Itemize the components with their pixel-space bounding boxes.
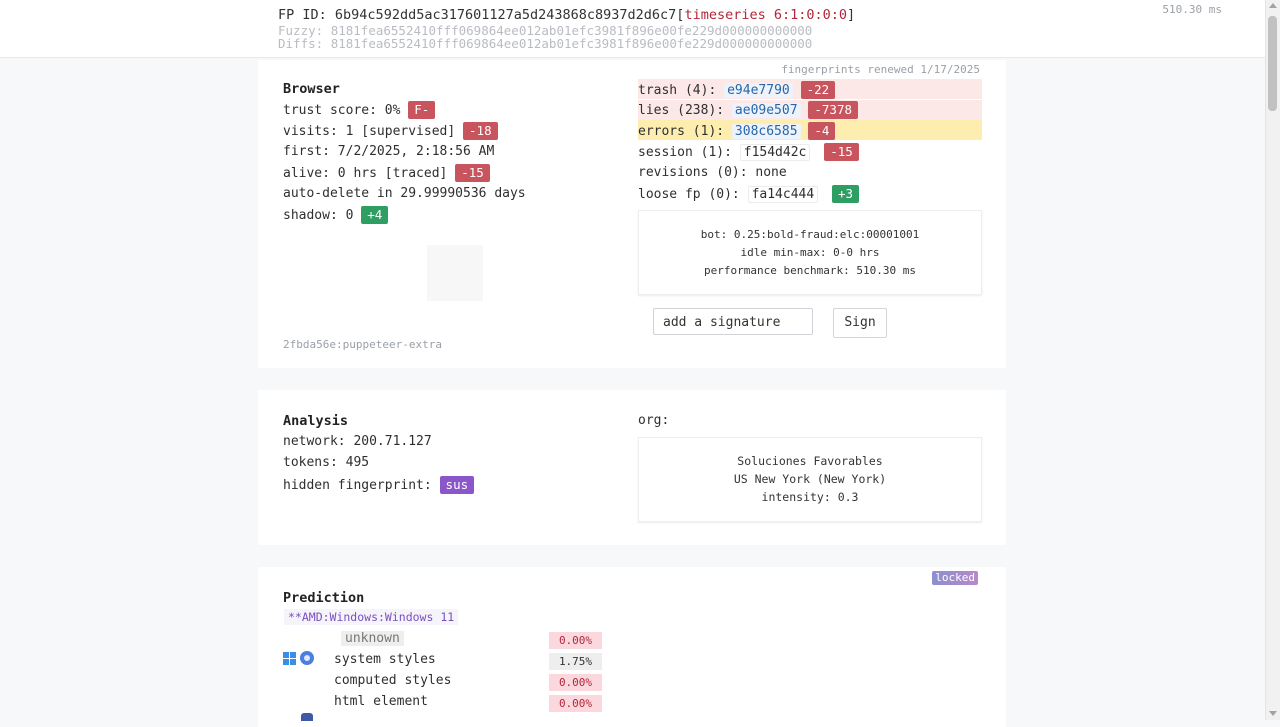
prediction-card: locked Prediction **AMD:Windows:Windows … xyxy=(258,567,1006,727)
signature-input[interactable]: add a signature xyxy=(653,308,813,335)
loose-fp-label: loose fp (0): xyxy=(638,187,740,202)
org-label: org: xyxy=(638,413,670,428)
prediction-pct: 0.00% xyxy=(549,674,602,691)
loose-fp-hash: fa14c444 xyxy=(747,186,819,203)
analysis-title: Analysis xyxy=(283,413,349,429)
diffs-hash: Diffs: 8181fea6552410fff069864ee012ab01e… xyxy=(278,36,812,51)
fp-id-bracket: ] xyxy=(847,7,856,23)
browser-title: Browser xyxy=(283,81,340,97)
alive: alive: 0 hrs [traced] -15 xyxy=(283,164,490,182)
lies-row: lies (238): ae09e507 -7378 xyxy=(638,101,859,119)
errors-label: errors (1): xyxy=(638,124,725,139)
trash-row: trash (4): e94e7790 -22 xyxy=(638,81,836,99)
loose-fp-badge: +3 xyxy=(832,185,860,203)
prediction-pct: 0.00% xyxy=(549,695,602,712)
visits: visits: 1 [supervised] -18 xyxy=(283,122,498,140)
errors-hash-link[interactable]: 308c6585 xyxy=(731,124,801,139)
fp-id-hash[interactable]: 6b94c592dd5ac317601127a5d243868c8937d2d6… xyxy=(335,7,676,23)
prediction-pct: 1.75% xyxy=(549,653,602,670)
lies-label: lies (238): xyxy=(638,103,725,118)
renewed-note: fingerprints renewed 1/17/2025 xyxy=(781,63,980,76)
perf-time: 510.30 ms xyxy=(1162,3,1222,16)
chrome-icon xyxy=(300,651,314,665)
prediction-row-label: computed styles xyxy=(334,673,452,688)
benchmark-line: performance benchmark: 510.30 ms xyxy=(704,264,916,277)
scroll-down-arrow-icon[interactable] xyxy=(1269,711,1277,716)
lies-hash-link[interactable]: ae09e507 xyxy=(731,103,801,118)
fp-id: FP ID: 6b94c592dd5ac317601127a5d243868c8… xyxy=(278,7,855,23)
session-row: session (1): f154d42c -15 xyxy=(638,143,859,161)
shadow: shadow: 0 +4 xyxy=(283,206,389,224)
sus-badge: sus xyxy=(439,476,475,494)
trust-grade-badge: F- xyxy=(408,101,436,119)
visits-badge: -18 xyxy=(463,122,498,140)
trash-hash-link[interactable]: e94e7790 xyxy=(724,83,793,98)
errors-row: errors (1): 308c6585 -4 xyxy=(638,122,836,140)
shadow-badge: +4 xyxy=(361,206,389,224)
prediction-row-label: html element xyxy=(334,694,428,709)
fingerprint-header: FP ID: 6b94c592dd5ac317601127a5d243868c8… xyxy=(0,0,1266,58)
os-guess: **AMD:Windows:Windows 11 xyxy=(284,609,459,625)
windows-icon xyxy=(283,652,296,665)
analysis-card: Analysis network: 200.71.127 tokens: 495… xyxy=(258,390,1006,545)
unknown-label: unknown xyxy=(341,631,404,646)
bot-summary-box: bot: 0.25:bold-fraud:elc:00001001 idle m… xyxy=(638,210,982,295)
session-label: session (1): xyxy=(638,145,732,160)
lies-badge: -7378 xyxy=(808,101,859,119)
diffs-value: 8181fea6552410fff069864ee012ab01efc3981f… xyxy=(330,36,813,51)
revisions-row: revisions (0): none xyxy=(638,165,787,180)
idle-line: idle min-max: 0-0 hrs xyxy=(740,246,880,259)
hidden-fingerprint-label: hidden fingerprint: xyxy=(283,478,432,493)
prediction-row-label: unknown xyxy=(341,631,404,646)
page-scrollbar[interactable] xyxy=(1265,0,1280,720)
org-box: Soluciones Favorables US New York (New Y… xyxy=(638,437,982,522)
fp-id-label: FP ID: xyxy=(278,7,327,23)
scroll-up-arrow-icon[interactable] xyxy=(1269,3,1277,8)
sign-button[interactable]: Sign xyxy=(833,308,887,338)
alive-badge: -15 xyxy=(455,164,490,182)
shadow-label: shadow: 0 xyxy=(283,208,354,223)
locked-badge: locked xyxy=(932,571,978,585)
first-seen: first: 7/2/2025, 2:18:56 AM xyxy=(283,144,495,159)
browser-card: fingerprints renewed 1/17/2025 Browser t… xyxy=(258,60,1006,368)
org-name: Soluciones Favorables xyxy=(737,454,883,468)
hidden-fingerprint: hidden fingerprint: sus xyxy=(283,476,475,494)
session-badge: -15 xyxy=(824,143,859,161)
session-hash: f154d42c xyxy=(739,144,811,161)
trust-score-label: trust score: 0% xyxy=(283,103,401,118)
org-location: US New York (New York) xyxy=(733,472,887,486)
trash-badge: -22 xyxy=(800,81,836,99)
org-intensity: intensity: 0.3 xyxy=(761,490,859,504)
auto-delete: auto-delete in 29.99990536 days xyxy=(283,186,526,201)
trash-label: trash (4): xyxy=(638,83,717,98)
trust-score: trust score: 0% F- xyxy=(283,101,436,119)
prediction-row-label: system styles xyxy=(334,652,436,667)
alive-label: alive: 0 hrs [traced] xyxy=(283,166,448,181)
errors-badge: -4 xyxy=(808,122,836,140)
scrollbar-thumb[interactable] xyxy=(1268,16,1277,111)
loose-fp-row: loose fp (0): fa14c444 +3 xyxy=(638,185,860,203)
visits-label: visits: 1 [supervised] xyxy=(283,124,456,139)
browser-image-placeholder xyxy=(427,245,483,301)
fp-id-timeseries: timeseries 6:1:0:0:0 xyxy=(684,7,847,23)
bot-line: bot: 0.25:bold-fraud:elc:00001001 xyxy=(700,228,920,241)
network: network: 200.71.127 xyxy=(283,434,432,449)
prediction-title: Prediction xyxy=(283,590,365,606)
diffs-label: Diffs: xyxy=(278,36,324,51)
tokens: tokens: 495 xyxy=(283,455,370,470)
prediction-pct: 0.00% xyxy=(549,632,602,649)
user-agent-note: 2fbda56e:puppeteer-extra xyxy=(283,338,442,351)
